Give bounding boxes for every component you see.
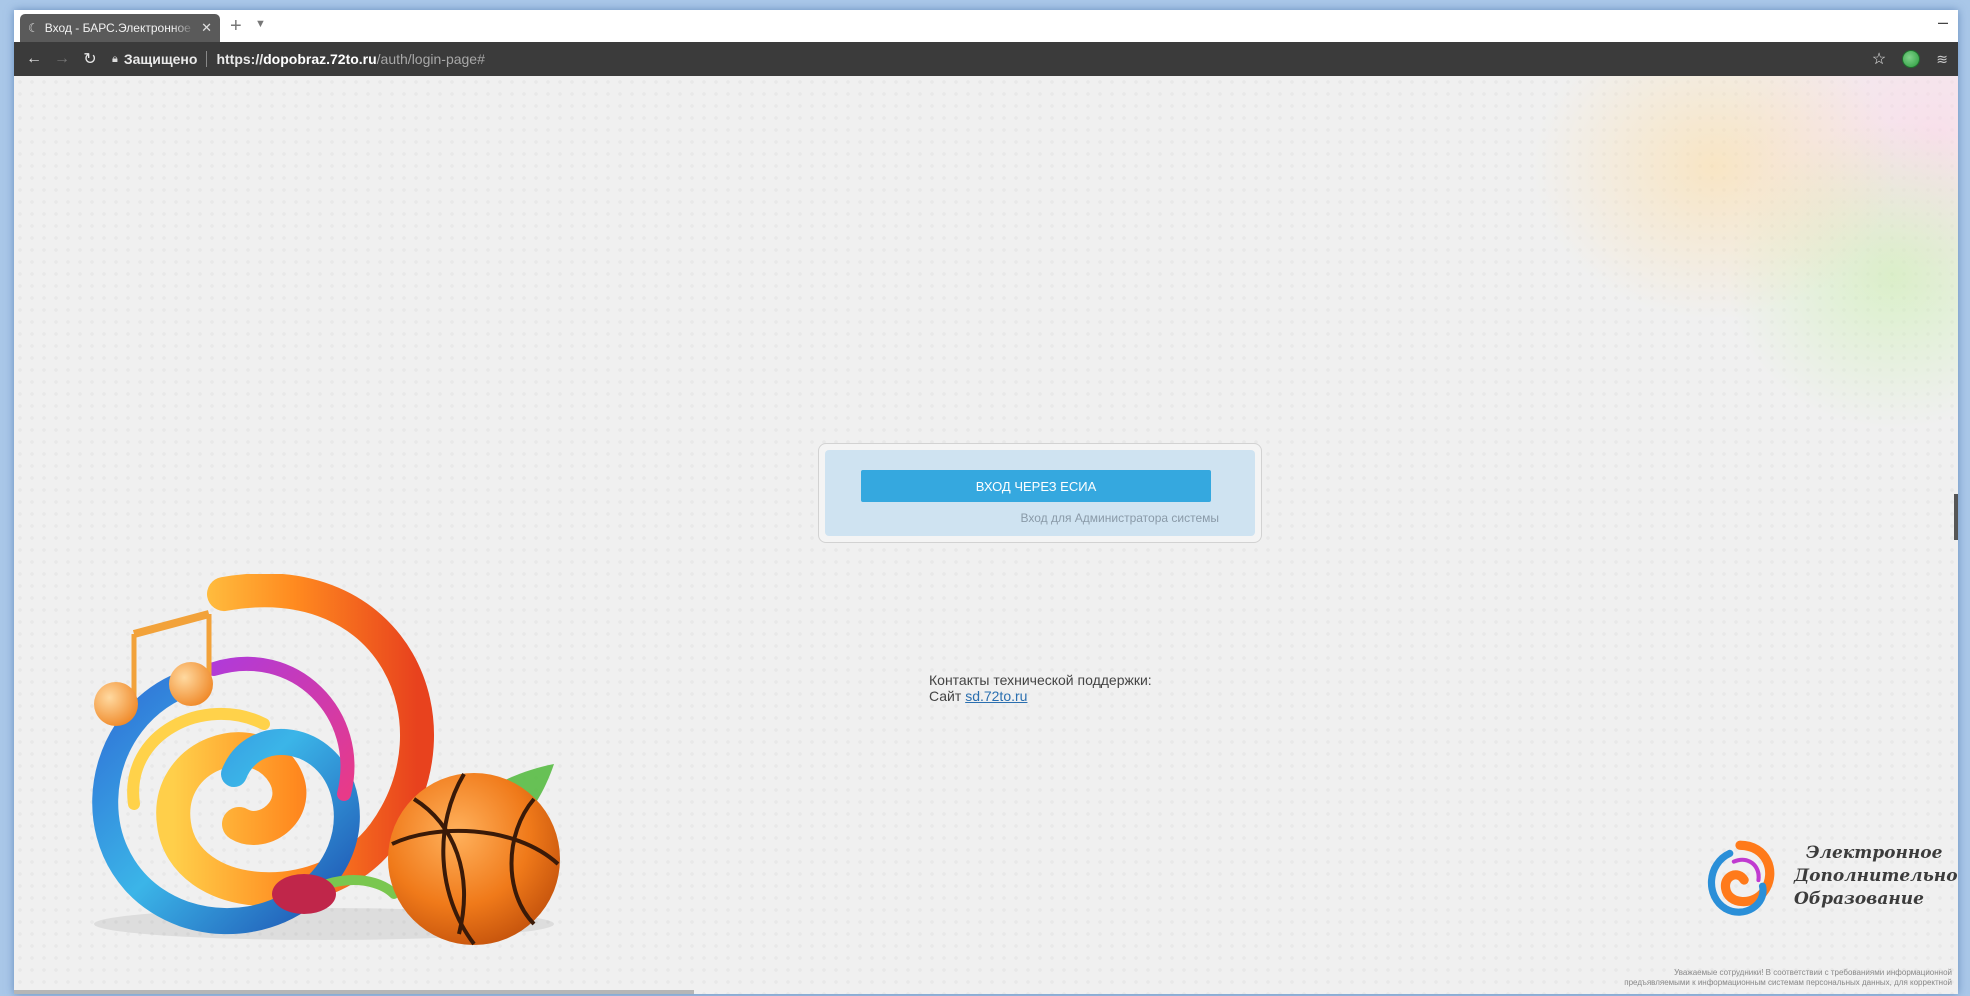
address-separator [206, 51, 208, 67]
reload-icon[interactable]: ↻ [76, 49, 104, 69]
support-contacts: Контакты технической поддержки: Сайт sd.… [929, 672, 1152, 704]
url-host: dopobraz.72to.ru [263, 51, 377, 67]
footer-notice: Уважаемые сотрудники! В соответствии с т… [1492, 968, 1952, 988]
close-tab-icon[interactable]: ✕ [201, 20, 212, 36]
extension-icon[interactable] [1902, 50, 1921, 68]
url-path: /auth/login-page# [376, 51, 485, 67]
address-bar[interactable]: 🔒︎ Защищено https:// dopobraz.72to.ru /a… [112, 47, 485, 71]
browser-window: ☾ Вход - БАРС.Электронное ✕ + ▼ – ← → ↻ … [14, 10, 1958, 994]
minimize-window-icon[interactable]: – [1938, 12, 1948, 33]
brand-line-3: Образование [1794, 889, 1924, 909]
support-site-label: Сайт [929, 688, 962, 704]
toolbar-actions: ☆ ≋ [1872, 42, 1948, 76]
login-panel: ВХОД ЧЕРЕЗ ЕСИА Вход для Администратора … [818, 443, 1262, 543]
forward-arrow-icon[interactable]: → [48, 50, 76, 68]
brand-name: Электронное Дополнительное Образование [1794, 842, 1958, 911]
support-heading: Контакты технической поддержки: [929, 672, 1152, 688]
browser-tab[interactable]: ☾ Вход - БАРС.Электронное ✕ [20, 14, 220, 42]
lock-icon: 🔒︎ [112, 52, 118, 65]
extension-menu-icon[interactable]: ≋ [1936, 51, 1948, 68]
support-site-link[interactable]: sd.72to.ru [965, 688, 1027, 704]
tab-strip: ☾ Вход - БАРС.Электронное ✕ + ▼ – [14, 10, 1958, 42]
moon-favicon-icon: ☾ [28, 21, 39, 35]
url-scheme: https:// [216, 51, 264, 67]
tab-list-dropdown-icon[interactable]: ▼ [255, 18, 266, 30]
browser-toolbar: ← → ↻ 🔒︎ Защищено https:// dopobraz.72to… [14, 42, 1958, 76]
bookmark-star-icon[interactable]: ☆ [1872, 49, 1886, 69]
admin-login-link[interactable]: Вход для Администратора системы [1020, 511, 1219, 525]
esia-login-button[interactable]: ВХОД ЧЕРЕЗ ЕСИА [861, 470, 1211, 502]
horizontal-scrollbar[interactable] [14, 990, 694, 994]
tab-title: Вход - БАРС.Электронное [44, 21, 191, 35]
support-site-line: Сайт sd.72to.ru [929, 688, 1152, 704]
music-sport-logo-illustration [92, 574, 560, 946]
brand-line-1: Электронное [1806, 843, 1943, 863]
footer-notice-line-1: Уважаемые сотрудники! В соответствии с т… [1674, 968, 1952, 977]
login-panel-inner: ВХОД ЧЕРЕЗ ЕСИА Вход для Администратора … [825, 450, 1255, 536]
page-content: ВХОД ЧЕРЕЗ ЕСИА Вход для Администратора … [14, 76, 1958, 994]
vertical-scroll-thumb[interactable] [1954, 494, 1958, 540]
secure-label: Защищено [123, 51, 198, 67]
back-arrow-icon[interactable]: ← [20, 50, 48, 68]
footer-notice-line-2: предъявляемыми к информационным системам… [1624, 978, 1952, 987]
new-tab-icon[interactable]: + [230, 16, 242, 36]
brand-line-2: Дополнительное [1794, 866, 1958, 886]
brand-logo-icon [1707, 840, 1775, 916]
